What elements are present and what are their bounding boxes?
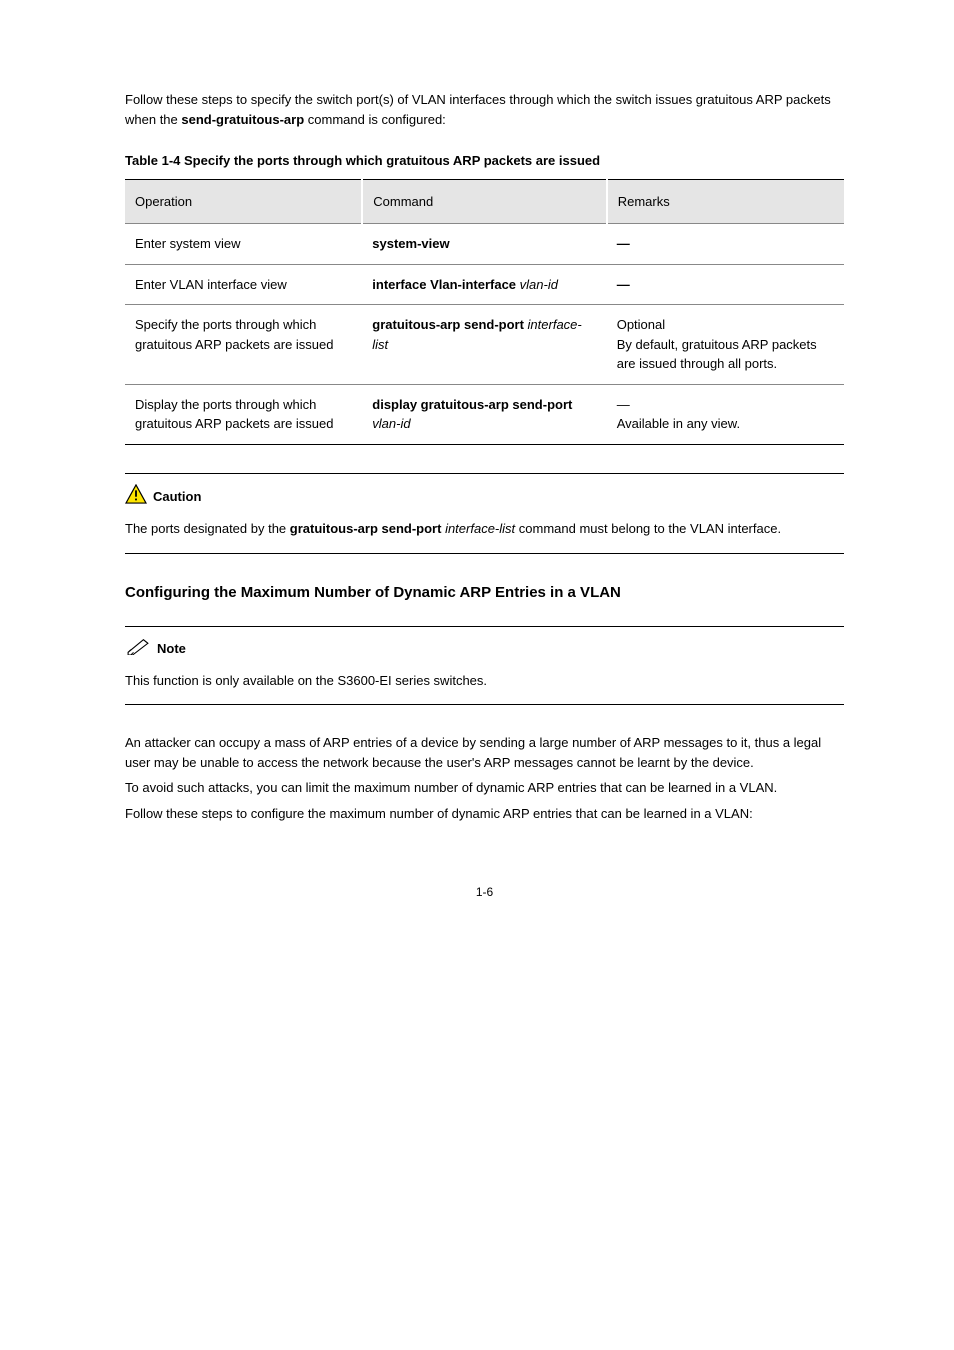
cell-command: display gratuitous-arp send-port vlan-id — [362, 384, 606, 444]
body-p3: Follow these steps to configure the maxi… — [125, 804, 844, 824]
caution-cmd: gratuitous-arp send-port — [290, 521, 442, 536]
caution-callout: Caution The ports designated by the grat… — [125, 473, 844, 554]
command-table: Operation Command Remarks Enter system v… — [125, 179, 844, 445]
cell-command: gratuitous-arp send-port interface-list — [362, 305, 606, 385]
body-p1: An attacker can occupy a mass of ARP ent… — [125, 733, 844, 772]
intro-text: Follow these steps to specify the switch… — [125, 90, 844, 129]
page-number: 1-6 — [125, 883, 844, 901]
table-caption: Table 1-4 Specify the ports through whic… — [125, 151, 844, 171]
body-p2: To avoid such attacks, you can limit the… — [125, 778, 844, 798]
cell-operation: Specify the ports through which gratuito… — [125, 305, 362, 385]
note-icon — [125, 637, 151, 661]
table-row: Specify the ports through which gratuito… — [125, 305, 844, 385]
note-callout: Note This function is only available on … — [125, 626, 844, 705]
th-remarks: Remarks — [607, 179, 844, 224]
cell-remarks: — — [607, 224, 844, 265]
caution-icon — [125, 484, 147, 510]
caution-suffix: command must belong to the VLAN interfac… — [515, 521, 781, 536]
cell-operation: Enter VLAN interface view — [125, 264, 362, 305]
cell-remarks: — — [607, 264, 844, 305]
cell-operation: Display the ports through which gratuito… — [125, 384, 362, 444]
caution-label: Caution — [153, 487, 201, 507]
note-header: Note — [125, 637, 844, 661]
cell-operation: Enter system view — [125, 224, 362, 265]
intro-cmd: send-gratuitous-arp — [181, 112, 304, 127]
table-header-row: Operation Command Remarks — [125, 179, 844, 224]
caution-body: The ports designated by the gratuitous-a… — [125, 519, 844, 539]
table-row: Display the ports through which gratuito… — [125, 384, 844, 444]
cell-command: system-view — [362, 224, 606, 265]
cell-remarks: Optional By default, gratuitous ARP pack… — [607, 305, 844, 385]
table-row: Enter system view system-view — — [125, 224, 844, 265]
th-command: Command — [362, 179, 606, 224]
caution-header: Caution — [125, 484, 844, 510]
cell-command: interface Vlan-interface vlan-id — [362, 264, 606, 305]
cell-remarks: — Available in any view. — [607, 384, 844, 444]
section-heading: Configuring the Maximum Number of Dynami… — [125, 582, 844, 605]
intro-suffix: command is configured: — [304, 112, 446, 127]
intro-paragraph: Follow these steps to specify the switch… — [125, 90, 844, 129]
caution-prefix: The ports designated by the — [125, 521, 290, 536]
body-paragraphs: An attacker can occupy a mass of ARP ent… — [125, 733, 844, 823]
th-operation: Operation — [125, 179, 362, 224]
note-label: Note — [157, 639, 186, 659]
note-body: This function is only available on the S… — [125, 671, 844, 691]
table-row: Enter VLAN interface view interface Vlan… — [125, 264, 844, 305]
caution-arg: interface-list — [441, 521, 515, 536]
